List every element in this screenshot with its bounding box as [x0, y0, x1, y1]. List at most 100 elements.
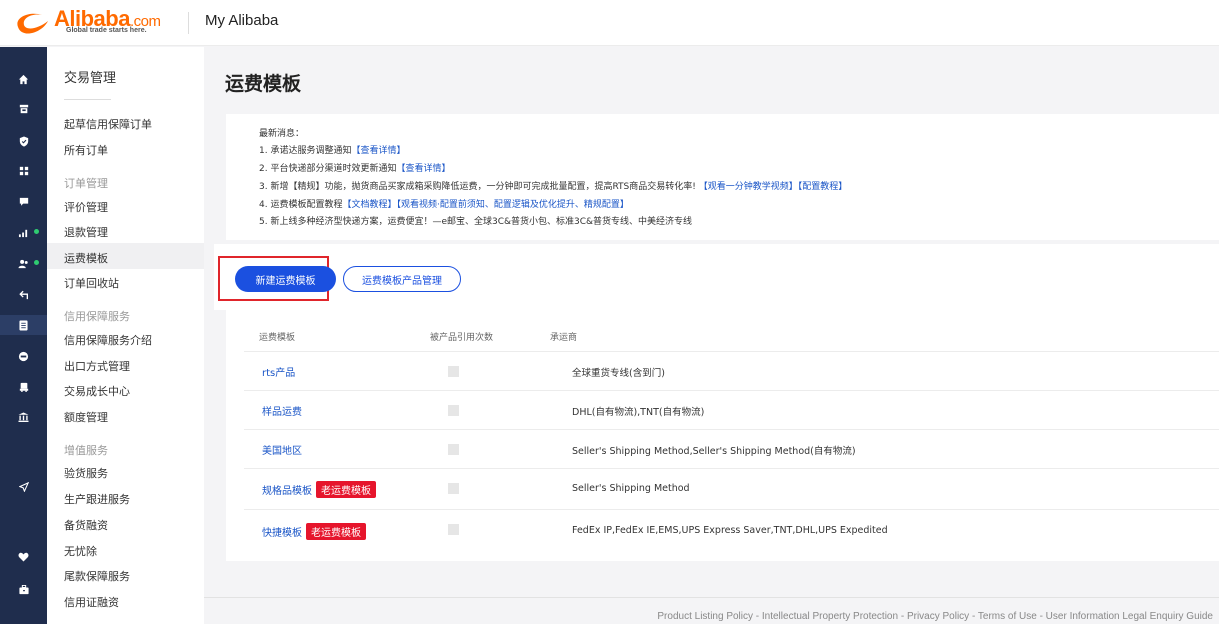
nav-item-export-methods[interactable]: 出口方式管理 — [64, 358, 130, 374]
template-name-link[interactable]: 样品运费 — [262, 403, 302, 418]
bank-icon[interactable] — [0, 407, 47, 427]
template-name[interactable]: 样品运费 — [262, 403, 302, 418]
top-bar: Alibaba.com Global trade starts here. My… — [0, 0, 1219, 46]
notice-text: 3. 新增【精规】功能，抛货商品买家成箱采购降低运费，一分钟即可完成批量配置，提… — [259, 182, 696, 192]
notice-link[interactable]: 【文档教程】 — [342, 200, 396, 210]
nav-item-all-orders[interactable]: 所有订单 — [64, 142, 108, 158]
nav-item-assurance-intro[interactable]: 信用保障服务介绍 — [64, 332, 152, 348]
orders-icon[interactable] — [0, 315, 47, 335]
notice-panel: 最新消息： 1. 承诺达服务调整通知【查看详情】 2. 平台快递部分渠道时效更新… — [226, 114, 1219, 240]
table-row: rts产品 全球重货专线(含到门) — [244, 351, 1219, 390]
footer-links[interactable]: Product Listing Policy - Intellectual Pr… — [657, 611, 1213, 622]
apps-icon[interactable] — [0, 161, 47, 181]
users-icon[interactable] — [0, 254, 47, 274]
table-row: 规格品模板 老运费模板 Seller's Shipping Method — [244, 468, 1219, 509]
icon-sidebar — [0, 47, 47, 624]
nav-group-value-added: 增值服务 — [64, 444, 108, 457]
send-icon[interactable] — [0, 477, 47, 497]
table-row: 美国地区 Seller's Shipping Method,Seller's S… — [244, 429, 1219, 468]
column-header-usage-count: 被产品引用次数 — [430, 333, 494, 343]
shield-icon[interactable] — [0, 131, 47, 151]
app-title[interactable]: My Alibaba — [205, 12, 278, 29]
header-divider — [188, 12, 189, 34]
template-name[interactable]: rts产品 — [262, 364, 295, 379]
nav-item-refunds[interactable]: 退款管理 — [64, 224, 108, 240]
notice-line-1: 1. 承诺达服务调整通知【查看详情】 — [259, 143, 405, 156]
nav-item-draft-order[interactable]: 起草信用保障订单 — [64, 116, 152, 132]
status-dot — [34, 229, 39, 234]
nav-item-production-tracking[interactable]: 生产跟进服务 — [64, 491, 130, 507]
carrier-list: FedEx IP,FedEx IE,EMS,UPS Express Saver,… — [572, 525, 888, 536]
nav-item-reviews[interactable]: 评价管理 — [64, 199, 108, 215]
nav-item-lc-financing[interactable]: 信用证融资 — [64, 594, 119, 610]
old-template-badge: 老运费模板 — [316, 481, 376, 498]
template-name-link[interactable]: 规格品模板 老运费模板 — [262, 481, 376, 498]
usage-count — [448, 405, 459, 416]
template-name[interactable]: 快捷模板 — [262, 524, 302, 539]
chart-icon[interactable] — [0, 223, 47, 243]
nav-item-worry-free[interactable]: 无忧除 — [64, 543, 97, 559]
status-dot — [34, 260, 39, 265]
heart-icon[interactable] — [0, 547, 47, 567]
notice-text: 4. 运费模板配置教程 — [259, 200, 343, 210]
nav-item-stock-financing[interactable]: 备货融资 — [64, 517, 108, 533]
notice-link[interactable]: 【配置教程】 — [798, 182, 848, 192]
template-name[interactable]: 美国地区 — [262, 442, 302, 457]
usage-count — [448, 483, 459, 494]
template-name-link[interactable]: 快捷模板 老运费模板 — [262, 523, 366, 540]
store-icon[interactable] — [0, 99, 47, 119]
side-navigation: 交易管理 起草信用保障订单 所有订单 订单管理 评价管理 退款管理 运费模板 订… — [47, 47, 204, 624]
template-name-link[interactable]: rts产品 — [262, 364, 295, 379]
nav-group-order-management: 订单管理 — [64, 177, 108, 190]
nav-item-growth-center[interactable]: 交易成长中心 — [64, 383, 130, 399]
home-icon[interactable] — [0, 69, 47, 89]
message-icon[interactable] — [0, 192, 47, 212]
usage-count — [448, 524, 459, 535]
notice-text: 1. 承诺达服务调整通知 — [259, 146, 352, 156]
carrier-list: DHL(自有物流),TNT(自有物流) — [572, 407, 705, 418]
usage-count — [448, 444, 459, 455]
carrier-list: Seller's Shipping Method,Seller's Shippi… — [572, 446, 856, 457]
nav-item-balance-protection[interactable]: 尾款保障服务 — [64, 568, 130, 584]
nav-item-credit-limit[interactable]: 额度管理 — [64, 409, 108, 425]
nav-item-inspection[interactable]: 验货服务 — [64, 465, 108, 481]
page-title: 运费模板 — [225, 73, 302, 95]
brand-tagline: Global trade starts here. — [66, 27, 147, 34]
table-row: 样品运费 DHL(自有物流),TNT(自有物流) — [244, 390, 1219, 429]
nav-item-shipping-templates[interactable]: 运费模板 — [64, 250, 108, 266]
column-header-template: 运费模板 — [259, 333, 296, 343]
new-shipping-template-button[interactable]: 新建运费模板 — [235, 266, 336, 292]
notice-text: 2. 平台快递部分渠道时效更新通知 — [259, 164, 397, 174]
column-header-carrier: 承运商 — [550, 333, 578, 343]
carrier-list: 全球重货专线(含到门) — [572, 368, 665, 379]
nav-item-order-recycle-bin[interactable]: 订单回收站 — [64, 275, 119, 291]
alibaba-logo[interactable]: Alibaba.com Global trade starts here. — [12, 6, 177, 40]
templates-table: 运费模板 被产品引用次数 承运商 rts产品 全球重货专线(含到门) 样品运费 … — [226, 309, 1219, 561]
coin-icon[interactable] — [0, 346, 47, 366]
template-name[interactable]: 规格品模板 — [262, 482, 312, 497]
template-name-link[interactable]: 美国地区 — [262, 442, 302, 457]
nav-section-title: 交易管理 — [64, 71, 117, 86]
usage-count — [448, 366, 459, 377]
notice-link[interactable]: 【观看一分钟教学视频】 — [699, 182, 798, 192]
notice-line-3: 3. 新增【精规】功能，抛货商品买家成箱采购降低运费，一分钟即可完成批量配置，提… — [259, 179, 847, 192]
action-bar: 新建运费模板 运费模板产品管理 — [214, 244, 1219, 310]
notice-line-5: 5. 新上线多种经济型快递方案，运费便宜！—e邮宝、全球3C&普货小包、标准3C… — [259, 217, 693, 227]
exchange-icon[interactable] — [0, 285, 47, 305]
nav-group-trade-assurance: 信用保障服务 — [64, 310, 130, 323]
carrier-list: Seller's Shipping Method — [572, 483, 690, 494]
main-content: 运费模板 最新消息： 1. 承诺达服务调整通知【查看详情】 2. 平台快递部分渠… — [204, 47, 1219, 624]
notice-link[interactable]: 【查看详情】 — [351, 146, 405, 156]
footer-divider — [204, 597, 1219, 598]
nav-divider — [64, 99, 111, 100]
template-product-management-button[interactable]: 运费模板产品管理 — [343, 266, 461, 292]
notice-line-2: 2. 平台快递部分渠道时效更新通知【查看详情】 — [259, 161, 450, 174]
old-template-badge: 老运费模板 — [306, 523, 366, 540]
table-row: 快捷模板 老运费模板 FedEx IP,FedEx IE,EMS,UPS Expr… — [244, 509, 1219, 550]
notice-link[interactable]: 【观看视频·配置前须知、配置逻辑及优化提升、精规配置】 — [396, 200, 628, 210]
notice-heading: 最新消息： — [259, 129, 305, 139]
notice-link[interactable]: 【查看详情】 — [396, 164, 450, 174]
alibaba-logo-icon — [17, 13, 48, 34]
briefcase-icon[interactable] — [0, 580, 47, 600]
truck-icon[interactable] — [0, 377, 47, 397]
